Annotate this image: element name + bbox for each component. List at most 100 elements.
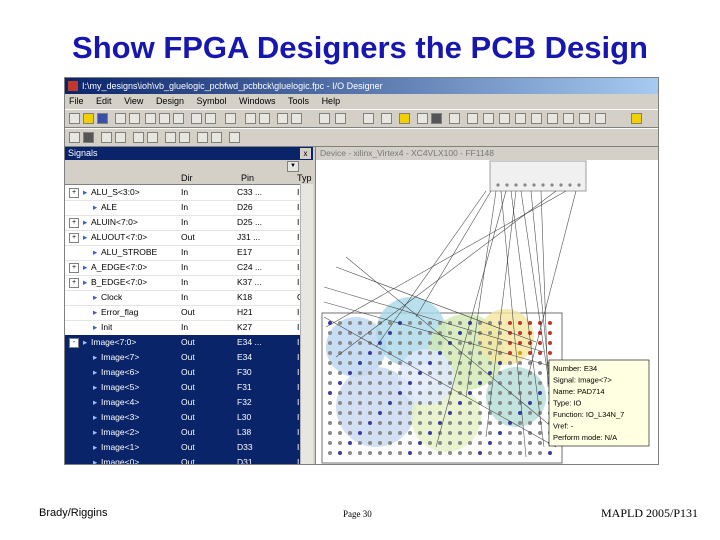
expand-icon[interactable]: + <box>69 188 79 198</box>
signal-arrow-icon: ▸ <box>93 427 98 437</box>
pcb-device-canvas[interactable]: Number: E34 Signal: Image<7> Name: PAD714 T… <box>316 147 659 464</box>
signals-scrollbar[interactable] <box>300 184 313 464</box>
columns-icon[interactable] <box>335 113 346 124</box>
chip-icon[interactable] <box>431 113 442 124</box>
menu-windows[interactable]: Windows <box>239 96 276 106</box>
new-file-icon[interactable] <box>69 113 80 124</box>
pin-ball <box>328 411 332 415</box>
signal-row[interactable]: ▸ Image<2> Out L38 I <box>65 425 313 441</box>
zoom-out-icon[interactable] <box>499 113 510 124</box>
menu-tools[interactable]: Tools <box>288 96 309 106</box>
run-icon[interactable] <box>277 113 288 124</box>
filter-icon[interactable] <box>579 113 590 124</box>
edit-icon[interactable] <box>133 132 144 143</box>
unassign-icon[interactable] <box>179 132 190 143</box>
pin-ball <box>418 331 422 335</box>
signal-row[interactable]: ▸ Image<1> Out D33 I <box>65 440 313 456</box>
pan-icon[interactable] <box>547 113 558 124</box>
paste-icon[interactable] <box>173 113 184 124</box>
select-arrow-icon[interactable] <box>467 113 478 124</box>
zoom-fit-icon[interactable] <box>515 113 526 124</box>
signal-name: Image<4> <box>101 397 140 407</box>
signal-row[interactable]: ▸ Image<5> Out F31 I <box>65 380 313 396</box>
open-folder-icon[interactable] <box>83 113 94 124</box>
footer-conference: MAPLD 2005/P131 <box>601 506 699 520</box>
delete-icon[interactable] <box>147 132 158 143</box>
highlight-icon[interactable] <box>399 113 410 124</box>
swap-icon[interactable] <box>197 132 208 143</box>
menu-help[interactable]: Help <box>322 96 341 106</box>
expand-icon[interactable]: + <box>69 233 79 243</box>
redo-icon[interactable] <box>205 113 216 124</box>
properties-icon[interactable] <box>595 113 606 124</box>
menu-view[interactable]: View <box>124 96 143 106</box>
signal-row[interactable]: + ▸ B_EDGE<7:0> In K37 ... I <box>65 275 313 291</box>
col-typ-header[interactable]: Typ <box>297 172 312 184</box>
pcb-icon[interactable] <box>381 113 392 124</box>
menu-edit[interactable]: Edit <box>96 96 112 106</box>
signals-filter-bar[interactable]: ▼ <box>65 160 313 172</box>
expand-icon[interactable]: + <box>69 218 79 228</box>
signal-row[interactable]: ▸ Image<0> Out D31 I <box>65 455 313 464</box>
signal-row[interactable]: ▸ Image<3> Out L30 I <box>65 410 313 426</box>
close-icon[interactable]: x <box>300 148 311 159</box>
signal-row[interactable]: ▸ Image<4> Out F32 I <box>65 395 313 411</box>
stop-icon[interactable] <box>291 113 302 124</box>
device-icon[interactable] <box>83 132 94 143</box>
signal-pin: E34 <box>237 352 253 362</box>
note-icon[interactable] <box>631 113 642 124</box>
lock-icon[interactable] <box>211 132 222 143</box>
signal-arrow-icon: ▸ <box>93 367 98 377</box>
signal-row[interactable]: - ▸ Image<7:0> Out E34 ... I <box>65 335 313 351</box>
symbol-icon[interactable] <box>363 113 374 124</box>
zoom-in-icon[interactable] <box>483 113 494 124</box>
col-pin-header[interactable]: Pin <box>241 172 254 184</box>
signal-row[interactable]: ▸ClockInK18C <box>65 290 313 306</box>
panel-icon[interactable] <box>69 132 80 143</box>
signal-pin: F30 <box>237 367 252 377</box>
pin-ball <box>448 441 452 445</box>
dropdown-arrow-icon[interactable]: ▼ <box>287 161 299 172</box>
menu-symbol[interactable]: Symbol <box>196 96 226 106</box>
list-icon[interactable] <box>115 132 126 143</box>
menu-design[interactable]: Design <box>156 96 184 106</box>
signal-row[interactable]: ▸ Error_flag Out H21 I <box>65 305 313 321</box>
refresh-icon[interactable] <box>563 113 574 124</box>
col-dir-header[interactable]: Dir <box>181 172 193 184</box>
pin-ball <box>488 441 492 445</box>
copy-icon[interactable] <box>159 113 170 124</box>
undo-icon[interactable] <box>191 113 202 124</box>
cut-icon[interactable] <box>145 113 156 124</box>
check-icon[interactable] <box>229 132 240 143</box>
signal-row[interactable]: ▸ Image<7> Out E34 I <box>65 350 313 366</box>
signal-row[interactable]: ▸ Init In K27 I <box>65 320 313 336</box>
table-icon[interactable] <box>259 113 270 124</box>
tooltip-line: Signal: Image<7> <box>553 376 612 385</box>
expand-icon[interactable]: + <box>69 278 79 288</box>
layout-icon[interactable] <box>319 113 330 124</box>
pin-ball <box>348 431 352 435</box>
expand-icon[interactable]: + <box>69 263 79 273</box>
signal-row[interactable]: + ▸ ALUOUT<7:0> Out J31 ... I <box>65 230 313 246</box>
signal-row[interactable]: + ▸ A_EDGE<7:0> In C24 ... I <box>65 260 313 276</box>
menu-file[interactable]: File <box>69 96 84 106</box>
signal-row[interactable]: ▸ Image<6> Out F30 I <box>65 365 313 381</box>
print-icon[interactable] <box>115 113 126 124</box>
signal-row[interactable]: + ▸ ALU_S<3:0> In C33 ... I <box>65 185 313 201</box>
signal-row[interactable]: ▸ ALE In D26 I <box>65 200 313 216</box>
preview-icon[interactable] <box>129 113 140 124</box>
tree-icon[interactable] <box>101 132 112 143</box>
pin-ball <box>518 321 522 325</box>
find-icon[interactable] <box>225 113 236 124</box>
assign-icon[interactable] <box>165 132 176 143</box>
window-icon[interactable] <box>417 113 428 124</box>
signals-header: Dir Pin Typ <box>65 172 313 185</box>
grid-icon[interactable] <box>245 113 256 124</box>
pin-ball <box>338 441 342 445</box>
save-icon[interactable] <box>97 113 108 124</box>
signal-row[interactable]: + ▸ ALUIN<7:0> In D25 ... I <box>65 215 313 231</box>
collapse-icon[interactable]: - <box>69 338 79 348</box>
zoom-area-icon[interactable] <box>531 113 542 124</box>
import-icon[interactable] <box>449 113 460 124</box>
signal-row[interactable]: ▸ ALU_STROBE In E17 I <box>65 245 313 261</box>
